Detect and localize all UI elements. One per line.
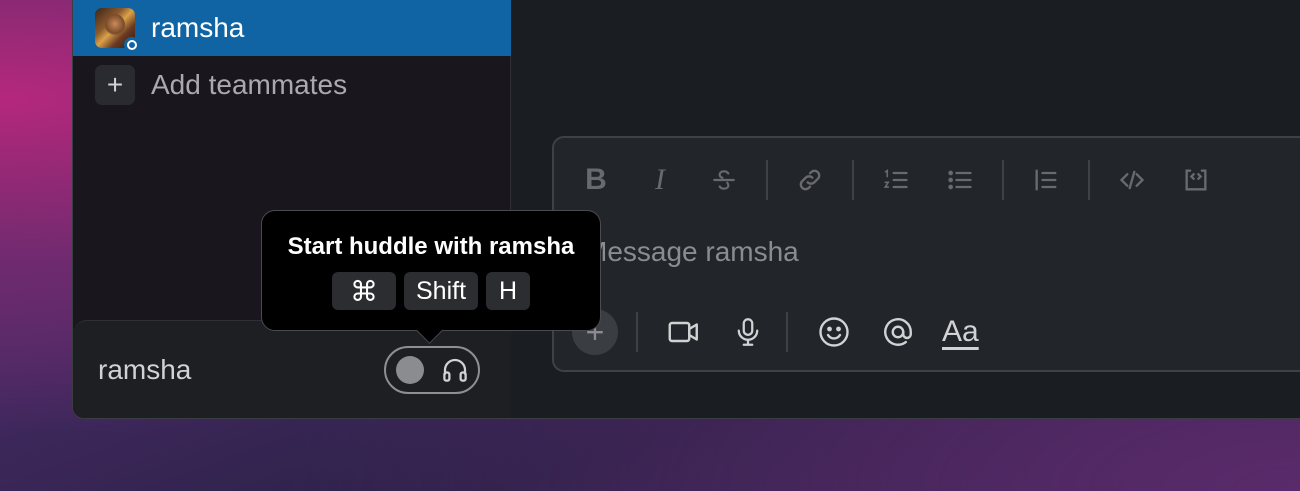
code-block-icon[interactable] bbox=[1174, 158, 1218, 202]
add-teammates-button[interactable]: + Add teammates bbox=[95, 65, 347, 105]
footer-user-name: ramsha bbox=[98, 354, 192, 385]
video-clip-icon[interactable] bbox=[664, 310, 704, 354]
action-divider bbox=[786, 312, 788, 352]
toolbar-divider bbox=[766, 160, 768, 200]
ordered-list-icon[interactable] bbox=[874, 158, 918, 202]
code-icon[interactable] bbox=[1110, 158, 1154, 202]
link-icon[interactable] bbox=[788, 158, 832, 202]
tooltip-title: Start huddle with ramsha bbox=[287, 233, 575, 260]
command-key: ⌘ bbox=[331, 272, 396, 310]
formatting-toolbar: B I bbox=[574, 158, 1238, 202]
sidebar-item-ramsha[interactable]: ramsha bbox=[73, 0, 511, 56]
microphone-icon[interactable] bbox=[728, 310, 768, 354]
strikethrough-icon[interactable] bbox=[702, 158, 746, 202]
bold-icon[interactable]: B bbox=[574, 158, 618, 202]
plus-icon: + bbox=[95, 65, 135, 105]
message-composer: B I Message ramsha + Aa bbox=[552, 136, 1300, 372]
composer-actions: + Aa bbox=[572, 308, 1003, 356]
presence-status-icon bbox=[124, 37, 140, 53]
italic-icon[interactable]: I bbox=[638, 158, 682, 202]
action-divider bbox=[636, 312, 638, 352]
keyboard-shortcut: ⌘ Shift H bbox=[262, 272, 600, 310]
text-format-icon: Aa bbox=[942, 315, 979, 348]
headphones-icon bbox=[443, 358, 467, 382]
toolbar-divider bbox=[1088, 160, 1090, 200]
toolbar-divider bbox=[1002, 160, 1004, 200]
add-teammates-label: Add teammates bbox=[151, 69, 348, 100]
huddle-footer: ramsha bbox=[73, 320, 511, 418]
main-pane: B I Message ramsha + Aa bbox=[512, 0, 1300, 418]
blockquote-icon[interactable] bbox=[1024, 158, 1068, 202]
bulleted-list-icon[interactable] bbox=[938, 158, 982, 202]
app-window: ramsha + Add teammates ramsha B I Messag… bbox=[72, 0, 1300, 419]
avatar bbox=[95, 8, 140, 53]
huddle-tooltip: Start huddle with ramsha ⌘ Shift H bbox=[261, 210, 601, 331]
mention-icon[interactable] bbox=[878, 310, 918, 354]
toggle-knob bbox=[396, 356, 424, 384]
formatting-toggle-button[interactable]: Aa bbox=[942, 310, 979, 354]
h-key: H bbox=[486, 272, 531, 310]
sidebar-item-label: ramsha bbox=[151, 12, 245, 43]
sidebar: ramsha + Add teammates ramsha bbox=[73, 0, 511, 418]
message-input[interactable]: Message ramsha bbox=[584, 236, 799, 268]
toolbar-divider bbox=[852, 160, 854, 200]
shift-key: Shift bbox=[403, 272, 479, 310]
emoji-icon[interactable] bbox=[814, 310, 854, 354]
huddle-toggle[interactable] bbox=[384, 346, 480, 394]
